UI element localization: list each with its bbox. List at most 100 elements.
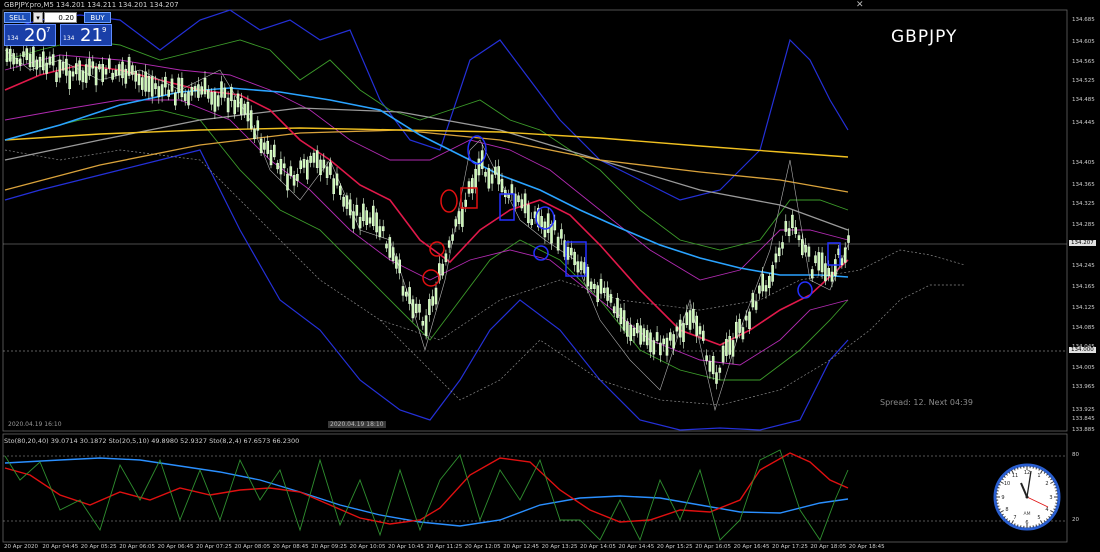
candle-body <box>246 101 250 122</box>
candle-body <box>494 166 497 175</box>
candle-body <box>725 338 728 356</box>
candle-body <box>154 83 157 90</box>
svg-text:12: 12 <box>1024 470 1030 476</box>
candle-body <box>579 261 583 271</box>
price-tick: 134.085 <box>1072 325 1095 331</box>
candle-body <box>715 372 718 384</box>
price-tick: 134.365 <box>1072 182 1095 188</box>
candle-body <box>573 251 576 266</box>
candle-body <box>665 337 669 356</box>
ma-orange <box>4 129 849 193</box>
candle-body <box>606 287 609 301</box>
lot-size-input[interactable]: 0.20 <box>44 12 77 23</box>
candle-body <box>296 174 299 181</box>
candle-body <box>619 307 623 325</box>
candle-body <box>820 252 824 273</box>
close-icon[interactable]: ✕ <box>856 0 864 10</box>
candle-body <box>414 303 418 314</box>
price-tick: 134.005 <box>1072 365 1095 371</box>
candle-body <box>781 242 784 249</box>
time-tick: 20 Apr 10:05 <box>349 544 386 550</box>
candle-body <box>157 86 161 98</box>
candle-body <box>424 315 428 336</box>
candle-body <box>602 287 606 294</box>
candle-body <box>286 173 289 191</box>
candle-body <box>599 278 603 294</box>
candle-body <box>292 175 296 186</box>
sell-signal-circle <box>440 189 458 213</box>
svg-text:2: 2 <box>1045 481 1048 487</box>
candle-body <box>754 301 758 310</box>
candle-body <box>431 296 435 306</box>
candle-body <box>348 199 352 216</box>
candle-body <box>299 160 303 170</box>
candle-body <box>279 159 283 175</box>
candle-body <box>767 276 771 289</box>
candle-body <box>117 64 121 76</box>
candle-body <box>164 76 167 88</box>
candle-body <box>147 75 151 92</box>
candle-body <box>233 99 236 115</box>
candle-body <box>91 61 95 69</box>
candle-body <box>721 345 725 363</box>
candle-body <box>18 58 22 66</box>
price-tick: 133.925 <box>1072 407 1095 413</box>
candle-body <box>830 271 834 282</box>
candle-body <box>517 195 520 203</box>
candle-body <box>635 323 639 334</box>
sell-price-prefix: 134 <box>7 35 19 42</box>
price-tick: 134.525 <box>1072 78 1095 84</box>
candle-body <box>177 77 180 93</box>
svg-text:8: 8 <box>1005 507 1008 513</box>
time-tick: 20 Apr 15:25 <box>656 544 693 550</box>
candle-body <box>824 263 827 282</box>
candle-body <box>141 77 144 90</box>
buy-price-button[interactable]: 134 21 9 <box>60 24 112 46</box>
sell-price-button[interactable]: 134 20 7 <box>4 24 56 46</box>
candle-body <box>692 308 695 323</box>
buy-button[interactable]: BUY <box>84 12 111 23</box>
candle-body <box>240 98 243 115</box>
candle-body <box>32 46 35 68</box>
candle-body <box>207 89 210 99</box>
candle-body <box>408 287 411 304</box>
candle-body <box>411 299 415 319</box>
candle-body <box>282 163 286 169</box>
time-tick: 20 Apr 09:25 <box>311 544 348 550</box>
candle-body <box>596 285 600 303</box>
candle-body <box>55 72 58 82</box>
candle-body <box>375 212 378 233</box>
date-marker-mid: 2020.04.19 18:10 <box>328 421 386 428</box>
lot-dropdown-icon[interactable]: ▾ <box>33 12 43 23</box>
time-tick: 20 Apr 17:25 <box>772 544 808 550</box>
candle-body <box>616 297 619 318</box>
candle-body <box>814 255 817 264</box>
candle-body <box>593 283 596 289</box>
sell-price-big: 20 <box>24 25 47 46</box>
candle-body <box>75 63 78 75</box>
candle-body <box>705 355 708 361</box>
time-tick: 20 Apr 18:45 <box>848 544 885 550</box>
candle-body <box>523 193 527 214</box>
time-tick: 20 Apr 2020 <box>4 544 39 550</box>
candle-body <box>833 259 837 277</box>
candle-body <box>167 89 170 97</box>
candle-body <box>174 92 177 106</box>
svg-text:1: 1 <box>1037 473 1040 479</box>
chart-canvas <box>2 9 1068 543</box>
candle-body <box>497 166 501 185</box>
candle-body <box>58 59 62 78</box>
candle-body <box>843 247 847 263</box>
candle-body <box>520 199 524 209</box>
clock-icon: 12 123 4567 891011 AM <box>993 463 1061 531</box>
candle-body <box>451 234 454 241</box>
candle-body <box>589 281 593 290</box>
svg-text:5: 5 <box>1037 515 1040 521</box>
candle-body <box>569 247 573 256</box>
sell-button[interactable]: SELL <box>4 12 31 23</box>
current-price-tag: 134.207 <box>1069 240 1096 246</box>
price-tick: 134.125 <box>1072 305 1095 311</box>
candle-body <box>484 171 487 177</box>
svg-text:6: 6 <box>1025 520 1028 526</box>
sell-price-sup: 7 <box>46 26 51 34</box>
